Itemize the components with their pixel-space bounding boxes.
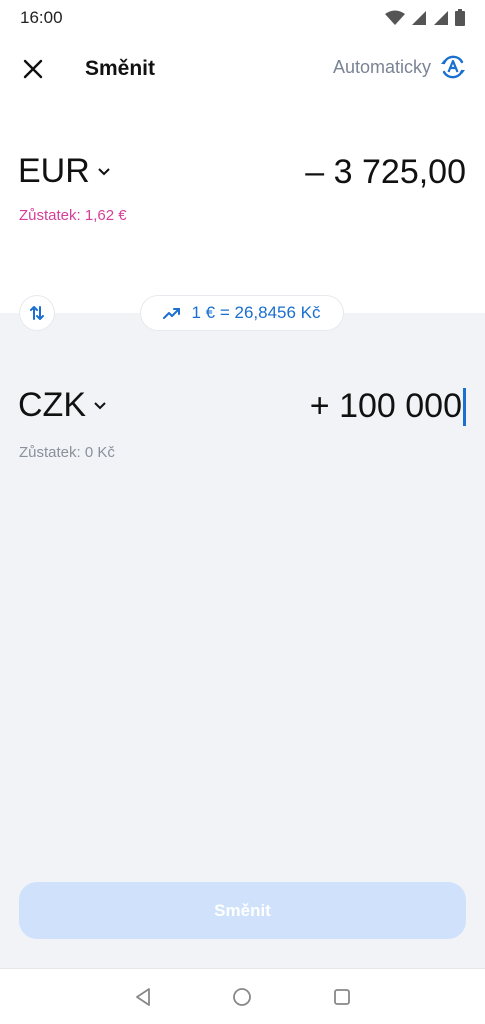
exchange-screen: 16:00 Směnit Automaticky EUR – 3 725,00 … (0, 0, 485, 1024)
nav-back-button[interactable] (131, 985, 155, 1009)
exchange-rate-pill[interactable]: 1 € = 26,8456 Kč (141, 296, 343, 330)
trending-up-icon (163, 308, 181, 319)
from-currency-code: EUR (18, 152, 90, 190)
signal-icon (412, 11, 426, 25)
nav-recents-button[interactable] (330, 985, 354, 1009)
exchange-submit-button[interactable]: Směnit (19, 882, 466, 939)
back-triangle-icon (136, 988, 150, 1006)
header: Směnit Automaticky (0, 40, 485, 100)
status-bar: 16:00 (0, 0, 485, 36)
to-currency-select[interactable]: CZK (18, 386, 106, 425)
close-icon (23, 59, 43, 79)
text-cursor (463, 387, 466, 426)
exchange-rate-text: 1 € = 26,8456 Kč (191, 303, 321, 322)
nav-home-button[interactable] (230, 985, 254, 1009)
close-button[interactable] (18, 54, 48, 84)
system-nav-bar (0, 968, 485, 1024)
recents-square-icon (334, 989, 350, 1005)
auto-exchange-button[interactable]: Automaticky (333, 53, 467, 81)
to-balance: Zůstatek: 0 Kč (19, 444, 115, 461)
swap-currencies-button[interactable] (20, 296, 54, 330)
to-amount-input[interactable]: + 100 000 (310, 387, 466, 426)
status-time: 16:00 (20, 8, 63, 27)
chevron-down-icon (98, 167, 110, 175)
auto-exchange-label: Automaticky (332, 56, 431, 77)
from-balance: Zůstatek: 1,62 € (19, 207, 127, 224)
status-icons (385, 8, 465, 26)
from-currency-select[interactable]: EUR (18, 152, 110, 191)
signal-roaming-icon (434, 11, 448, 25)
to-amount-value: + 100 000 (309, 387, 462, 425)
wifi-icon (385, 10, 405, 25)
to-currency-code: CZK (18, 386, 86, 424)
from-currency-row: EUR – 3 725,00 (0, 148, 485, 208)
to-currency-row: CZK + 100 000 (0, 384, 485, 444)
chevron-down-icon (94, 401, 106, 409)
page-title: Směnit (85, 57, 156, 80)
from-amount-input[interactable]: – 3 725,00 (305, 153, 466, 192)
swap-icon (30, 306, 44, 320)
auto-exchange-icon (441, 55, 465, 79)
battery-icon (455, 9, 465, 26)
home-circle-icon (233, 988, 251, 1006)
